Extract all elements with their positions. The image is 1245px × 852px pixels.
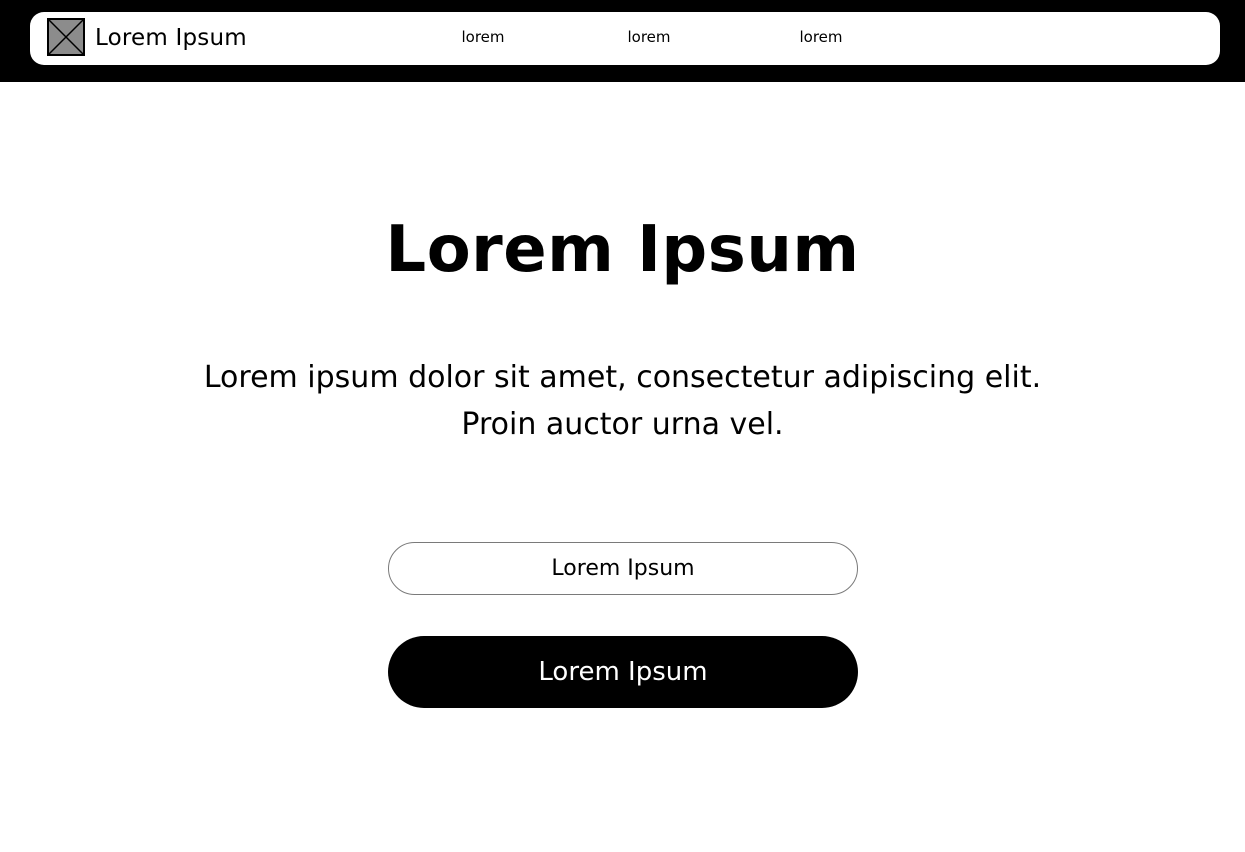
navbar: Lorem Ipsum lorem lorem lorem: [30, 12, 1220, 65]
header-bar: Lorem Ipsum lorem lorem lorem: [0, 0, 1245, 82]
nav-link-3[interactable]: lorem: [798, 12, 844, 62]
hero-submit-button[interactable]: Lorem Ipsum: [388, 636, 858, 708]
nav-link-1[interactable]: lorem: [460, 12, 506, 62]
hero-title: Lorem Ipsum: [385, 213, 860, 287]
hero-description: Lorem ipsum dolor sit amet, consectetur …: [203, 360, 1042, 442]
hero-input-field[interactable]: [388, 542, 858, 595]
brand-name[interactable]: Lorem Ipsum: [95, 12, 247, 65]
nav-link-2[interactable]: lorem: [626, 12, 672, 62]
image-placeholder-icon[interactable]: [47, 18, 85, 56]
